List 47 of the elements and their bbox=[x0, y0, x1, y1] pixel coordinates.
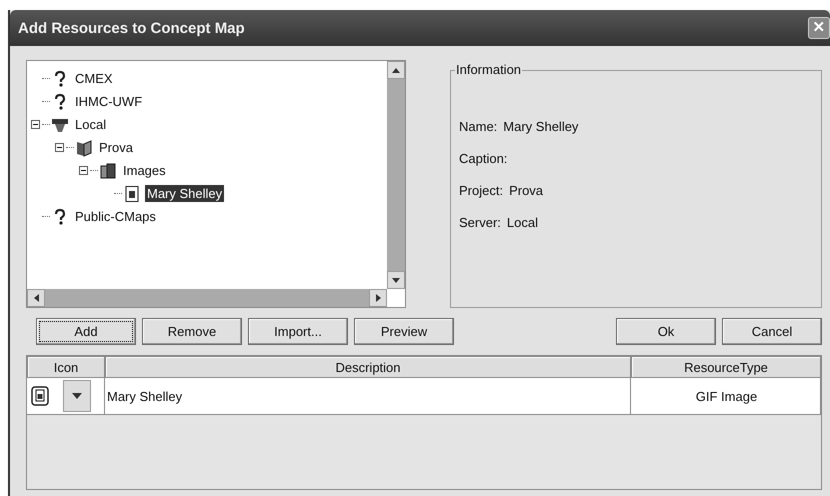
scroll-down-button[interactable] bbox=[387, 271, 405, 289]
tree-item[interactable]: IHMC-UWF bbox=[73, 93, 144, 110]
table-cell: GIF Image bbox=[631, 378, 821, 414]
folder-icon bbox=[75, 138, 93, 156]
book-icon bbox=[99, 162, 117, 180]
collapse-icon[interactable] bbox=[79, 166, 89, 175]
collapse-icon[interactable] bbox=[55, 143, 65, 152]
left-arrow-icon bbox=[34, 294, 38, 302]
table-cell: Mary Shelley bbox=[105, 378, 631, 414]
tree-item[interactable]: CMEX bbox=[73, 70, 115, 87]
action-button[interactable]: Import... bbox=[248, 318, 348, 345]
tree-item[interactable]: Images bbox=[121, 162, 168, 179]
action-button[interactable]: Preview bbox=[354, 318, 454, 345]
group-title: Information bbox=[455, 62, 522, 77]
scroll-up-button[interactable] bbox=[387, 61, 405, 79]
caret-icon bbox=[72, 393, 82, 399]
tree-item[interactable]: Mary Shelley bbox=[145, 185, 224, 202]
action-button[interactable]: Remove bbox=[142, 318, 242, 345]
column-header[interactable]: Description bbox=[105, 356, 631, 378]
close-button[interactable]: ✕ bbox=[808, 17, 830, 39]
column-header[interactable]: Icon bbox=[27, 356, 105, 378]
field-value: Local bbox=[506, 215, 538, 232]
field-label: Server: bbox=[459, 215, 501, 232]
tree-item[interactable]: Prova bbox=[97, 139, 135, 156]
vertical-scrollbar[interactable] bbox=[387, 61, 405, 289]
dialog-button[interactable]: Cancel bbox=[722, 318, 822, 345]
field-label: Caption: bbox=[459, 151, 508, 168]
scroll-left-button[interactable] bbox=[27, 289, 45, 307]
down-arrow-icon bbox=[392, 278, 400, 282]
collapse-icon[interactable] bbox=[31, 120, 41, 129]
field-value: Mary Shelley bbox=[503, 119, 578, 136]
right-arrow-icon bbox=[376, 294, 380, 302]
field-value: Prova bbox=[509, 183, 544, 200]
action-button[interactable]: Add bbox=[36, 318, 136, 345]
tree-item[interactable]: Public-CMaps bbox=[73, 208, 158, 225]
tree-item[interactable]: Local bbox=[73, 116, 108, 133]
field-label: Name: bbox=[459, 119, 498, 136]
field-label: Project: bbox=[459, 183, 504, 200]
window-title: Add Resources to Concept Map bbox=[18, 20, 245, 36]
horizontal-scrollbar[interactable] bbox=[27, 289, 387, 307]
column-header[interactable]: ResourceType bbox=[631, 356, 821, 378]
dialog-button[interactable]: Ok bbox=[616, 318, 716, 345]
document-icon bbox=[31, 386, 49, 406]
dropdown-button[interactable] bbox=[63, 380, 91, 412]
document-icon bbox=[123, 184, 141, 202]
up-arrow-icon bbox=[392, 68, 400, 72]
scroll-right-button[interactable] bbox=[369, 289, 387, 307]
